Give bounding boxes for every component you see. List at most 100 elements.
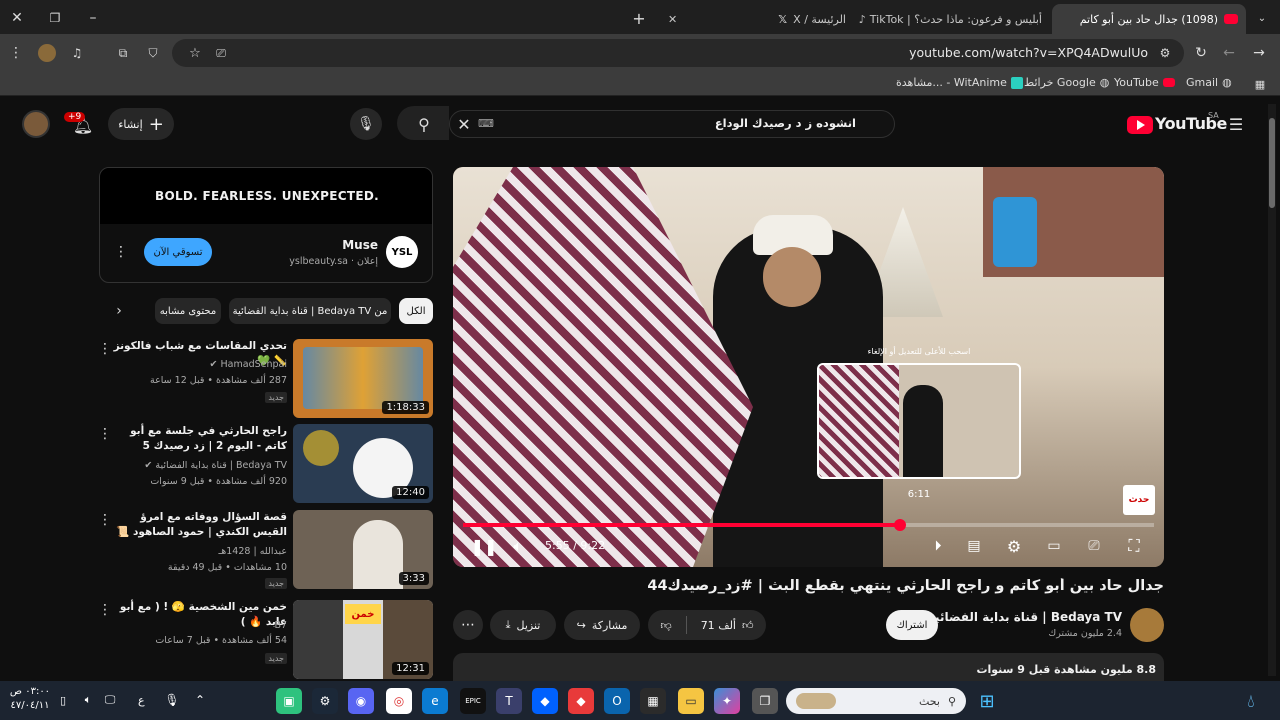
like-count[interactable]: 71 ألف bbox=[701, 619, 736, 632]
share-button[interactable]: ↪ مشاركة bbox=[564, 610, 640, 640]
chip-related[interactable]: محتوى مشابه bbox=[155, 298, 221, 324]
more-options-icon[interactable]: ⋮ bbox=[98, 602, 112, 618]
list-item[interactable]: خمن 12:31 خمن مين الشخصية 🫣 ! ( مع أبو ع… bbox=[98, 600, 433, 680]
bookmark-youtube[interactable]: YouTube bbox=[1114, 76, 1175, 89]
profile-avatar-icon[interactable] bbox=[38, 44, 56, 62]
extensions-icon[interactable]: ⧉ bbox=[114, 44, 132, 62]
dislike-icon[interactable]: 👎︎ bbox=[661, 619, 672, 632]
windows-start-icon[interactable]: ⊞ bbox=[974, 688, 1000, 714]
recommendation-channel[interactable]: Bedaya TV | قناة بداية الفضائية ✔ bbox=[144, 460, 287, 471]
restore-window-icon[interactable]: ❐ bbox=[44, 8, 66, 28]
file-explorer-icon[interactable]: ▭ bbox=[678, 688, 704, 714]
download-button[interactable]: ⤓ تنزيل bbox=[490, 610, 556, 640]
list-item[interactable]: 1:18:33 تحدي المقاسات مع شباب فالكونز 📏 … bbox=[98, 339, 433, 419]
hamburger-menu-icon[interactable]: ☰ bbox=[1226, 114, 1246, 134]
tab-search-icon[interactable]: ⌄ bbox=[1252, 8, 1272, 28]
forward-icon[interactable]: ← bbox=[1220, 44, 1238, 62]
fullscreen-icon[interactable]: ⛶ bbox=[1123, 535, 1145, 557]
chips-next-icon[interactable]: › bbox=[108, 300, 130, 322]
ad-cta-button[interactable]: تسوقي الآن bbox=[144, 238, 212, 266]
bookmark-gmail[interactable]: Gmail ◍ bbox=[1186, 76, 1232, 89]
chrome-icon[interactable]: ◎ bbox=[386, 688, 412, 714]
dropbox-icon[interactable]: ◆ bbox=[532, 688, 558, 714]
video-thumbnail[interactable]: خمن 12:31 bbox=[293, 600, 433, 679]
autoplay-toggle-icon[interactable]: ⏵ bbox=[923, 535, 953, 557]
create-button[interactable]: إنشاء + bbox=[108, 108, 174, 140]
bookmark-google-maps[interactable]: خرائط Google ◍ bbox=[1024, 76, 1109, 89]
site-settings-icon[interactable]: ⚙ bbox=[1156, 44, 1174, 62]
list-item[interactable]: 3:33 قصة السؤال ووفاته مع امرؤ القيس الك… bbox=[98, 510, 433, 590]
like-icon[interactable]: 👍︎ bbox=[742, 619, 754, 632]
taskbar-search[interactable]: بحث ⚲ bbox=[786, 688, 966, 714]
more-options-icon[interactable]: ⋮ bbox=[98, 426, 112, 442]
ad-card[interactable]: BOLD. FEARLESS. UNEXPECTED. YSL Muse إعل… bbox=[99, 167, 433, 283]
theater-mode-icon[interactable]: ▭ bbox=[1043, 535, 1065, 557]
battery-icon[interactable]: ▯ bbox=[56, 692, 70, 708]
recommendation-title[interactable]: خمن مين الشخصية 🫣 ! ( مع أبو عابد 🔥 ) bbox=[109, 600, 287, 630]
input-language[interactable]: ع bbox=[138, 694, 145, 707]
recommendation-title[interactable]: راجح الحارثي في جلسة مع أبو كاتم - اليوم… bbox=[109, 424, 287, 454]
network-icon[interactable]: 🖵 bbox=[102, 692, 118, 708]
discord-icon[interactable]: ◉ bbox=[348, 688, 374, 714]
desktop-app-icon[interactable]: ❐ bbox=[752, 688, 778, 714]
weather-icon[interactable]: 💧︎ bbox=[1238, 688, 1264, 714]
url-text[interactable]: youtube.com/watch?v=XPQ4ADwulUo bbox=[700, 45, 1148, 60]
red-diamond-app-icon[interactable]: ◆ bbox=[568, 688, 594, 714]
video-thumbnail[interactable]: 12:40 bbox=[293, 424, 433, 503]
ad-banner[interactable]: BOLD. FEARLESS. UNEXPECTED. bbox=[100, 168, 432, 224]
channel-name[interactable]: Bedaya TV | قناة بداية الفضائية ✔ bbox=[915, 610, 1122, 624]
microphone-icon[interactable]: 🎙︎ bbox=[164, 692, 180, 708]
cast-icon[interactable]: ⎚ bbox=[1083, 535, 1105, 557]
voice-search-icon[interactable]: 🎙︎ bbox=[350, 108, 382, 140]
scrollbar-thumb[interactable] bbox=[1269, 118, 1275, 208]
back-icon[interactable]: → bbox=[1250, 44, 1268, 62]
outlook-icon[interactable]: O bbox=[604, 688, 630, 714]
tab-x-home[interactable]: الرئيسة / X 𝕏 ✕ bbox=[660, 4, 854, 34]
more-options-icon[interactable]: ⋮ bbox=[98, 512, 112, 528]
settings-gear-icon[interactable]: ⚙ bbox=[1003, 535, 1025, 557]
epic-games-icon[interactable]: EPIC bbox=[460, 688, 486, 714]
subscribe-button[interactable]: اشتراك bbox=[886, 610, 938, 640]
show-hidden-icons-icon[interactable]: ⌃ bbox=[192, 692, 208, 708]
store-icon[interactable]: ▦ bbox=[640, 688, 666, 714]
copilot-icon[interactable]: ✦ bbox=[714, 688, 740, 714]
tab-tiktok[interactable]: أبليس و فرعون: ماذا حدث؟ | TikTok ♪ bbox=[856, 4, 1050, 34]
account-avatar[interactable] bbox=[22, 110, 50, 138]
all-bookmarks-icon[interactable]: ▦ bbox=[1252, 76, 1268, 92]
shield-icon[interactable]: ⛉ bbox=[144, 44, 162, 62]
keyboard-icon[interactable]: ⌨ bbox=[478, 116, 494, 130]
edge-icon[interactable]: e bbox=[422, 688, 448, 714]
close-window-icon[interactable]: ✕ bbox=[6, 8, 28, 28]
bookmark-witanime[interactable]: مشاهدة... - WitAnime bbox=[896, 76, 1023, 89]
ad-menu-icon[interactable]: ⋮ bbox=[114, 242, 128, 262]
recommendation-channel[interactable]: B7 bbox=[274, 620, 287, 631]
channel-avatar[interactable] bbox=[1130, 608, 1164, 642]
clear-search-icon[interactable]: ✕ bbox=[454, 114, 474, 134]
bookmark-star-icon[interactable]: ☆ bbox=[186, 44, 204, 62]
menu-dots-icon[interactable]: ⋮ bbox=[8, 44, 24, 62]
volume-icon[interactable]: 🔈︎ bbox=[507, 535, 529, 557]
new-tab-icon[interactable]: + bbox=[628, 8, 650, 28]
chip-all[interactable]: الكل bbox=[399, 298, 433, 324]
android-app-icon[interactable]: ▣ bbox=[276, 688, 302, 714]
list-item[interactable]: 12:40 راجح الحارثي في جلسة مع أبو كاتم -… bbox=[98, 424, 433, 504]
reload-icon[interactable]: ↻ bbox=[1192, 44, 1210, 62]
progress-scrubber[interactable] bbox=[893, 519, 906, 531]
more-actions-button[interactable]: ⋯ bbox=[453, 610, 483, 640]
tab-youtube-active[interactable]: (1098) جدال حاد بين أبو كاتم bbox=[1052, 4, 1246, 34]
media-controls-icon[interactable]: ♫ bbox=[68, 44, 86, 62]
video-thumbnail[interactable]: 3:33 bbox=[293, 510, 433, 589]
recommendation-channel[interactable]: عبدالله | 1428هـ bbox=[218, 546, 287, 557]
steam-icon[interactable]: ⚙ bbox=[312, 688, 338, 714]
speaker-icon[interactable]: 🔈︎ bbox=[80, 692, 96, 708]
video-thumbnail[interactable]: 1:18:33 bbox=[293, 339, 433, 418]
system-clock[interactable]: ٠٣:٠٠ ص ٤٧/٠٤/١١ bbox=[8, 685, 52, 713]
recommendation-channel[interactable]: HamadSenpai ✔ bbox=[210, 359, 287, 370]
cast-page-icon[interactable]: ⎚ bbox=[212, 44, 230, 62]
minimize-window-icon[interactable]: – bbox=[82, 8, 104, 28]
more-options-icon[interactable]: ⋮ bbox=[98, 341, 112, 357]
subtitles-icon[interactable]: ▤ bbox=[963, 535, 985, 557]
teams-icon[interactable]: T bbox=[496, 688, 522, 714]
video-player[interactable]: ﺣﺪﺙ اسحب للأعلى للتعديل أو الإلغاء 6:11 … bbox=[453, 167, 1164, 567]
recommendation-title[interactable]: قصة السؤال ووفاته مع امرؤ القيس الكندي |… bbox=[109, 510, 287, 540]
